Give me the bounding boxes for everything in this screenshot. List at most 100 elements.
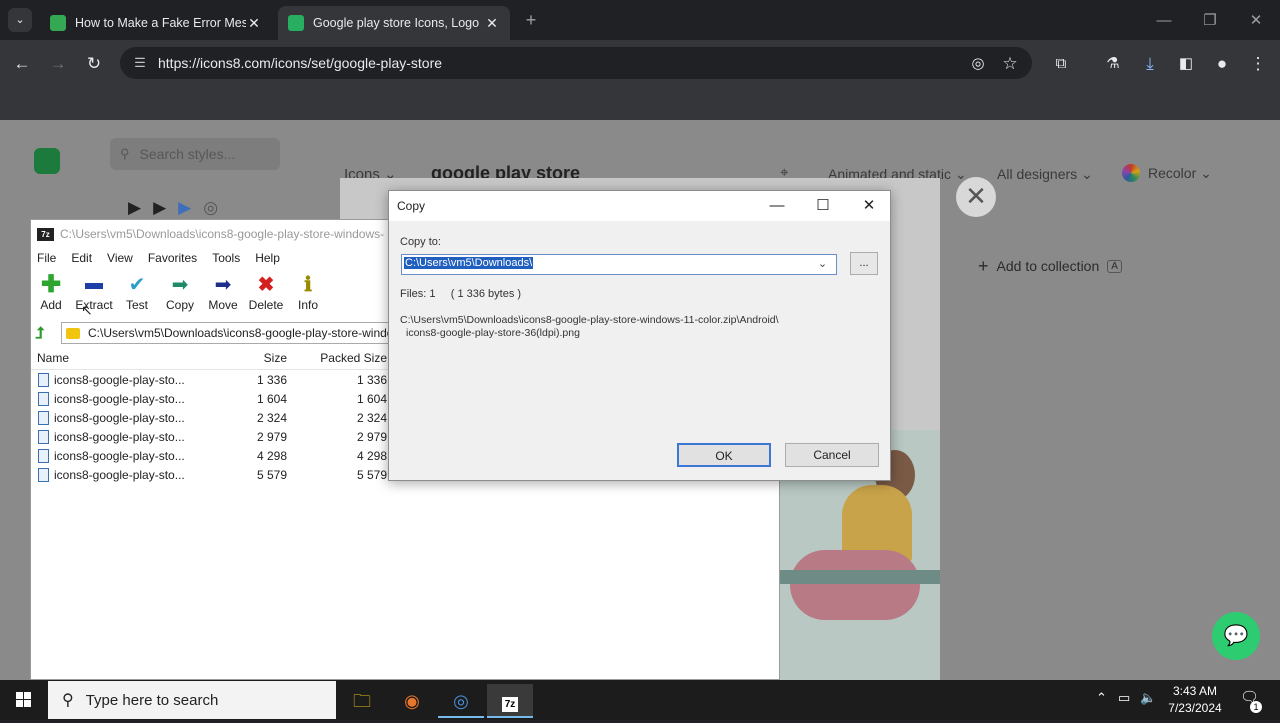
close-window-icon[interactable]: ✕ <box>1233 8 1279 34</box>
play-store-style-icon[interactable]: ▶ <box>128 198 141 220</box>
play-store-style-icon[interactable]: ▶ <box>178 198 191 220</box>
copy-to-label: Copy to: <box>400 236 441 248</box>
file-size: 1 336 <box>256 373 287 387</box>
address-bar[interactable]: ☰ https://icons8.com/icons/set/google-pl… <box>120 47 1032 79</box>
forward-arrow-icon[interactable]: → <box>46 52 70 76</box>
browser-tab-1[interactable]: How to Make a Fake Error Mes ✕ <box>40 6 272 40</box>
profile-avatar-icon[interactable]: ● <box>1210 52 1234 76</box>
7zip-taskbar-logo: 7z <box>501 697 519 712</box>
7zip-menu-bar: File Edit View Favorites Tools Help <box>31 248 280 268</box>
copy-button[interactable]: ➡ Copy <box>157 272 203 312</box>
minus-icon <box>71 272 117 298</box>
tab-favicon <box>288 15 304 31</box>
designers-filter-dropdown[interactable]: All designers ⌄ <box>997 166 1093 183</box>
file-packed-size: 1 336 <box>356 373 387 387</box>
new-tab-button[interactable]: + <box>520 8 542 32</box>
7zip-path-text: C:\Users\vm5\Downloads\icons8-google-pla… <box>88 326 391 340</box>
menu-tools[interactable]: Tools <box>212 251 240 265</box>
restore-window-icon[interactable]: ❐ <box>1187 8 1233 34</box>
test-button[interactable]: ✔ Test <box>114 272 160 312</box>
file-packed-size: 5 579 <box>356 468 387 482</box>
delete-button[interactable]: ✖ Delete <box>243 272 289 312</box>
volume-muted-icon[interactable]: 🔈 <box>1140 690 1156 706</box>
download-icon[interactable]: ⤓ <box>1138 52 1162 76</box>
taskbar-search-input[interactable]: ⚲ Type here to search <box>48 681 336 719</box>
close-modal-icon[interactable]: ✕ <box>956 177 996 217</box>
tab-title: How to Make a Fake Error Mes <box>75 16 246 30</box>
add-button[interactable]: ✚ Add <box>28 272 74 313</box>
site-info-icon[interactable]: ☰ <box>130 55 150 71</box>
source-path-line: C:\Users\vm5\Downloads\icons8-google-pla… <box>400 314 779 326</box>
extensions-puzzle-icon[interactable]: ⧉ <box>1049 52 1073 76</box>
minimize-window-icon[interactable]: — <box>1141 8 1187 34</box>
menu-kebab-icon[interactable]: ⋮ <box>1246 52 1270 76</box>
search-icon: ⚲ <box>62 692 74 709</box>
show-hidden-icons-chevron-icon[interactable]: ⌃ <box>1096 690 1107 706</box>
add-to-collection-button[interactable]: + Add to collection A <box>968 251 1144 281</box>
system-clock[interactable]: 3:43 AM 7/23/2024 <box>1160 683 1230 717</box>
file-row[interactable]: icons8-google-play-sto... 1 336 1 336 <box>31 371 391 390</box>
info-button[interactable]: ℹ Info <box>285 272 331 312</box>
play-store-style-icon[interactable]: ▶ <box>153 198 166 220</box>
7zip-taskbar-icon[interactable]: 7z <box>487 684 533 718</box>
extract-button[interactable]: Extract <box>71 272 117 312</box>
menu-favorites[interactable]: Favorites <box>148 251 197 265</box>
labs-flask-icon[interactable]: ⚗ <box>1101 52 1125 76</box>
cancel-button[interactable]: Cancel <box>785 443 879 467</box>
reload-icon[interactable]: ↻ <box>82 52 106 76</box>
menu-file[interactable]: File <box>37 251 56 265</box>
file-packed-size: 2 324 <box>356 411 387 425</box>
dialog-minimize-icon[interactable]: — <box>754 191 800 221</box>
file-name: icons8-google-play-sto... <box>54 392 185 406</box>
folder-up-icon[interactable]: ⮥ <box>35 325 44 343</box>
browse-button[interactable]: ... <box>850 252 878 275</box>
bookmark-star-icon[interactable]: ☆ <box>998 52 1022 76</box>
file-row[interactable]: icons8-google-play-sto... 5 579 5 579 <box>31 466 391 485</box>
bookmarks-bar <box>0 86 1280 120</box>
tab-close-icon[interactable]: ✕ <box>484 15 500 32</box>
copy-to-value[interactable]: C:\Users\vm5\Downloads\ <box>404 257 534 269</box>
move-button[interactable]: ➡ Move <box>200 272 246 312</box>
file-row[interactable]: icons8-google-play-sto... 1 604 1 604 <box>31 390 391 409</box>
file-size: 4 298 <box>256 449 287 463</box>
play-store-style-icon[interactable]: ◎ <box>203 198 218 220</box>
menu-edit[interactable]: Edit <box>71 251 92 265</box>
windows-start-icon[interactable] <box>0 680 48 720</box>
file-explorer-icon[interactable]: 🗀 <box>339 684 385 718</box>
browser-tab-2[interactable]: Google play store Icons, Logo ✕ <box>278 6 510 40</box>
dialog-close-icon[interactable]: ✕ <box>846 191 892 221</box>
chrome-icon[interactable]: ◎ <box>438 684 484 718</box>
7zip-path-bar[interactable]: C:\Users\vm5\Downloads\icons8-google-pla… <box>61 322 391 344</box>
file-row[interactable]: icons8-google-play-sto... 2 324 2 324 <box>31 409 391 428</box>
plus-icon: + <box>978 255 989 276</box>
menu-view[interactable]: View <box>107 251 133 265</box>
recolor-label: Recolor <box>1148 165 1197 181</box>
tab-search-chevron-icon[interactable]: ⌄ <box>8 8 32 32</box>
file-icon <box>38 449 49 463</box>
url-text: https://icons8.com/icons/set/google-play… <box>158 55 443 71</box>
chevron-down-icon[interactable]: ⌄ <box>809 254 836 275</box>
side-panel-icon[interactable]: ◧ <box>1174 52 1198 76</box>
ok-button[interactable]: OK <box>677 443 771 467</box>
icons8-logo[interactable] <box>34 148 60 174</box>
copy-to-combobox[interactable]: C:\Users\vm5\Downloads\ <box>401 254 837 275</box>
file-row[interactable]: icons8-google-play-sto... 2 979 2 979 <box>31 428 391 447</box>
chat-support-icon[interactable]: 💬 <box>1212 612 1260 660</box>
style-search-input[interactable]: ⚲ Search styles... <box>110 138 280 170</box>
dialog-maximize-icon[interactable]: ☐ <box>800 191 846 221</box>
tool-label: Info <box>297 298 318 312</box>
column-header-name[interactable]: Name <box>37 351 69 365</box>
network-icon[interactable]: ▭ <box>1118 690 1130 706</box>
back-arrow-icon[interactable]: ← <box>10 52 34 76</box>
menu-help[interactable]: Help <box>255 251 280 265</box>
tab-close-icon[interactable]: ✕ <box>246 15 262 32</box>
tracking-eye-off-icon[interactable]: ◎ <box>966 52 990 76</box>
recolor-dropdown[interactable]: Recolor ⌄ <box>1122 164 1212 182</box>
column-header-packed-size[interactable]: Packed Size <box>320 351 387 365</box>
file-row[interactable]: icons8-google-play-sto... 4 298 4 298 <box>31 447 391 466</box>
firefox-icon[interactable]: ◉ <box>389 684 435 718</box>
folder-icon <box>66 327 80 339</box>
copy-dialog: Copy — ☐ ✕ Copy to: C:\Users\vm5\Downloa… <box>388 190 891 481</box>
column-header-size[interactable]: Size <box>264 351 287 365</box>
file-icon <box>38 373 49 387</box>
